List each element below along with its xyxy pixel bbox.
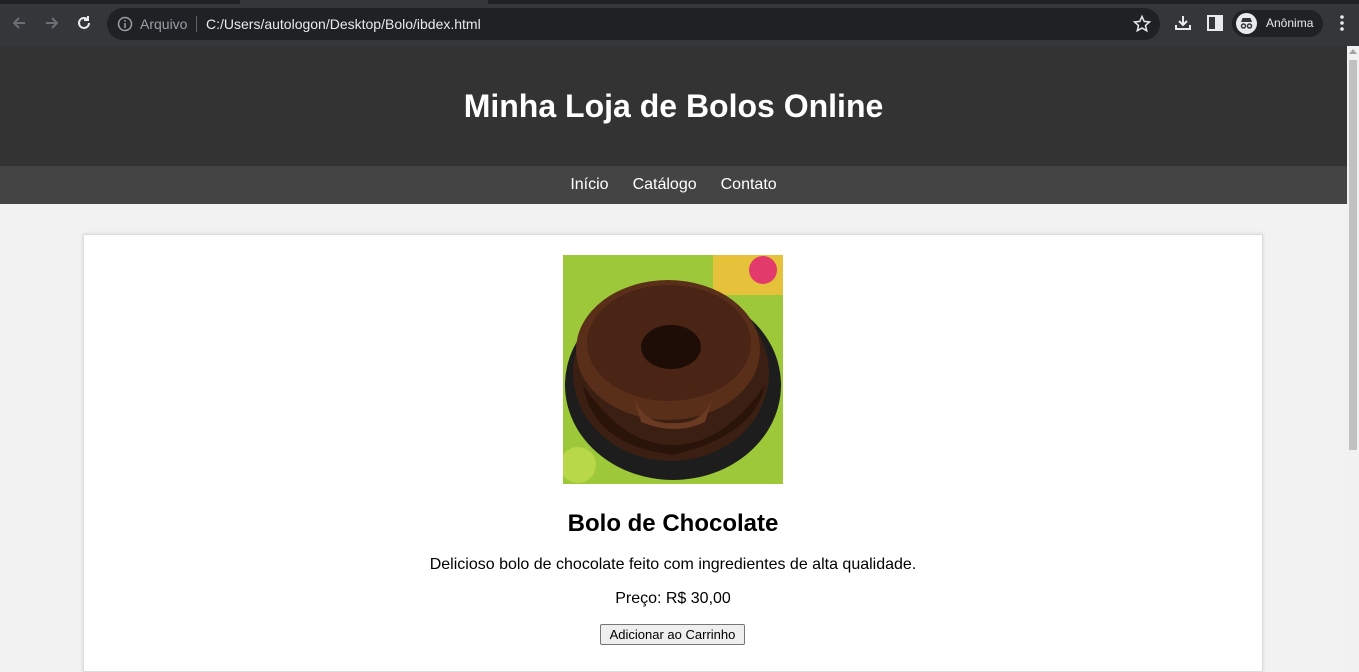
nav-link-inicio[interactable]: Início	[570, 176, 608, 194]
scrollbar[interactable]	[1347, 46, 1359, 672]
incognito-icon	[1236, 13, 1257, 34]
back-button[interactable]	[7, 11, 31, 35]
reload-button[interactable]	[72, 11, 96, 35]
download-icon[interactable]	[1173, 13, 1193, 33]
address-divider	[196, 16, 197, 32]
info-icon[interactable]	[117, 16, 133, 32]
active-tab[interactable]	[240, 0, 488, 4]
product-description: Delicioso bolo de chocolate feito com in…	[429, 556, 917, 573]
nav-link-catalogo[interactable]: Catálogo	[633, 176, 697, 194]
profile-button[interactable]: Anônima	[1232, 10, 1323, 37]
profile-name: Anônima	[1266, 16, 1314, 30]
star-icon[interactable]	[1132, 14, 1152, 34]
site-header: Minha Loja de Bolos Online	[0, 46, 1347, 166]
reload-icon	[78, 16, 90, 29]
tab-strip	[0, 0, 1359, 4]
url-text[interactable]: C:/Users/autologon/Desktop/Bolo/ibdex.ht…	[206, 16, 481, 32]
page-title: Minha Loja de Bolos Online	[463, 87, 884, 124]
product-name: Bolo de Chocolate	[567, 510, 779, 537]
scheme-label: Arquivo	[140, 16, 188, 32]
product-price: Preço: R$ 30,00	[615, 590, 731, 607]
add-to-cart-button[interactable]: Adicionar ao Carrinho	[600, 624, 745, 645]
more-menu-icon[interactable]	[1334, 13, 1350, 33]
arrow-right-icon	[46, 17, 59, 29]
forward-button[interactable]	[40, 11, 64, 35]
scrollbar-thumb[interactable]	[1349, 60, 1357, 450]
scroll-up-arrow-icon[interactable]	[1349, 49, 1357, 54]
address-bar[interactable]: Arquivo C:/Users/autologon/Desktop/Bolo/…	[107, 8, 1160, 40]
nav-link-contato[interactable]: Contato	[721, 176, 777, 194]
browser-toolbar: Arquivo C:/Users/autologon/Desktop/Bolo/…	[0, 0, 1359, 46]
main-nav: Início Catálogo Contato	[0, 166, 1347, 204]
side-panel-icon[interactable]	[1205, 13, 1225, 33]
product-image	[563, 255, 783, 484]
product-card: Bolo de Chocolate Delicioso bolo de choc…	[83, 234, 1263, 672]
arrow-left-icon	[12, 17, 25, 29]
